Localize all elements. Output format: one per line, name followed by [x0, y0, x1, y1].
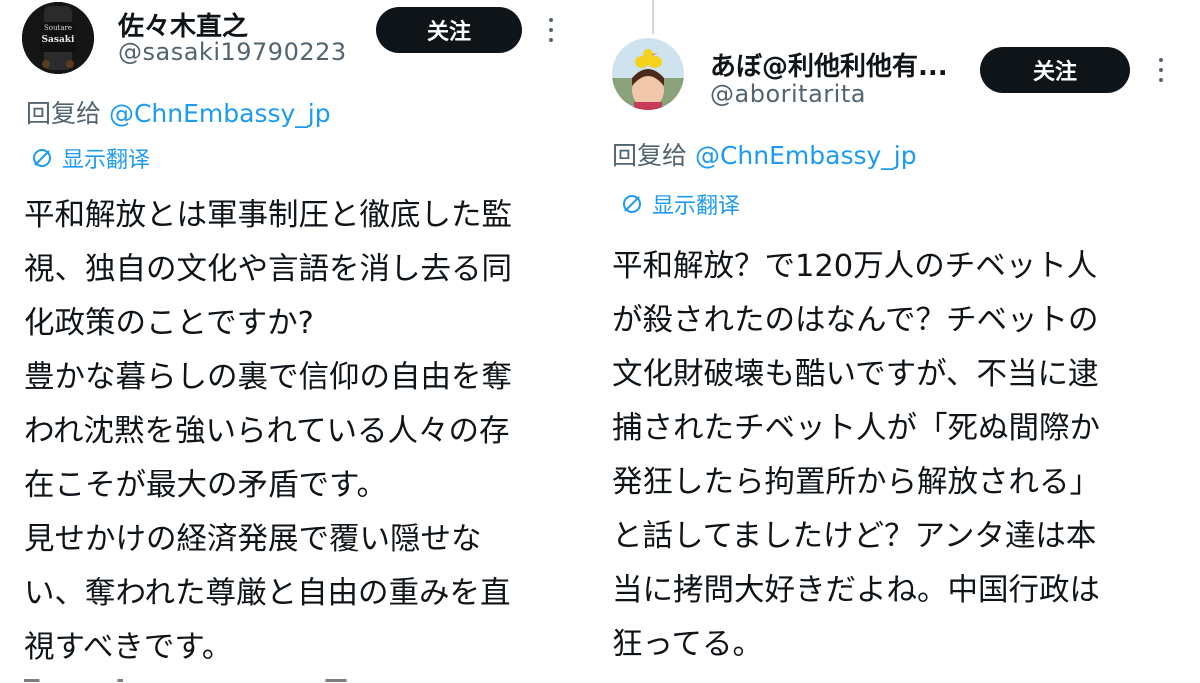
tweet-text-line: 当に拷問大好きだよね。中国行政は: [612, 573, 1100, 608]
tweet-text-line: 化政策のことですか?: [24, 306, 314, 341]
avatar[interactable]: Soutare Sasaki: [22, 2, 94, 74]
show-translation[interactable]: 显示翻译: [620, 188, 740, 220]
tweet-text: 平和解放とは軍事制圧と徹底した監 視、独自の文化や言語を消し去る同 化政策のこと…: [24, 189, 512, 675]
right-tweet: あぼ@利他利他有... @aboritarita 关注 回复给 @ChnEmba…: [590, 0, 1200, 683]
reply-prefix: 回复给: [612, 141, 688, 170]
reply-to-link[interactable]: @ChnEmbassy_jp: [695, 141, 917, 170]
show-translation[interactable]: 显示翻译: [30, 142, 150, 174]
follow-button[interactable]: 关注: [376, 7, 522, 53]
tweet-text-line: 発狂したら拘置所から解放される」: [612, 465, 1100, 500]
left-tweet: Soutare Sasaki 佐々木直之 @sasaki19790223 关注 …: [0, 0, 580, 683]
avatar-image: [612, 38, 684, 110]
user-handle[interactable]: @sasaki19790223: [118, 38, 347, 66]
svg-text:Soutare: Soutare: [44, 24, 72, 32]
follow-button[interactable]: 关注: [980, 47, 1130, 93]
reply-to-link[interactable]: @ChnEmbassy_jp: [109, 99, 331, 128]
tweet-text-line: 視すべきです。: [24, 630, 233, 665]
translate-icon: [623, 195, 641, 213]
tweet-text-line: い、奪われた尊厳と自由の重みを直: [24, 576, 511, 611]
user-handle[interactable]: @aboritarita: [710, 80, 866, 108]
avatar-image: Soutare Sasaki: [22, 2, 94, 74]
reply-context: 回复给 @ChnEmbassy_jp: [612, 136, 917, 172]
truncated-next-line: [24, 673, 544, 683]
avatar[interactable]: [612, 38, 684, 110]
display-name[interactable]: あぼ@利他利他有...: [710, 46, 948, 83]
tweet-text-line: が殺されたのはなんで？チベットの: [612, 303, 1099, 338]
tweet-text-line: 捕されたチベット人が「死ぬ間際か: [612, 411, 1100, 446]
avatar-label: Sasaki: [42, 35, 75, 45]
tweet-text: 平和解放？で120万人のチベット人 が殺されたのはなんで？チベットの 文化財破壊…: [612, 240, 1100, 672]
tweet-text-line: われ沈黙を強いられている人々の存: [24, 414, 510, 449]
more-options-icon[interactable]: [546, 18, 556, 46]
thread-connector: [652, 0, 654, 34]
tweet-text-line: 平和解放とは軍事制圧と徹底した監: [24, 198, 512, 233]
tweet-text-line: 狂ってる。: [612, 627, 763, 662]
reply-prefix: 回复给: [26, 99, 102, 128]
tweet-text-line: と話してましたけど？アンタ達は本: [612, 519, 1097, 554]
tweet-text-line: 平和解放？で120万人のチベット人: [612, 249, 1098, 284]
translate-label: 显示翻译: [62, 148, 151, 173]
tweet-text-line: 見せかけの経済発展で覆い隠せな: [24, 522, 482, 557]
more-options-icon[interactable]: [1156, 58, 1166, 86]
tweet-text-line: 視、独自の文化や言語を消し去る同: [24, 252, 512, 287]
translate-icon: [33, 149, 51, 167]
tweet-text-line: 豊かな暮らしの裏で信仰の自由を奪: [24, 360, 512, 395]
translate-label: 显示翻译: [652, 194, 741, 219]
tweet-text-line: 文化財破壊も酷いですが、不当に逮: [612, 357, 1099, 392]
reply-context: 回复给 @ChnEmbassy_jp: [26, 94, 331, 130]
tweet-text-line: 在こそが最大の矛盾です。: [24, 468, 387, 503]
